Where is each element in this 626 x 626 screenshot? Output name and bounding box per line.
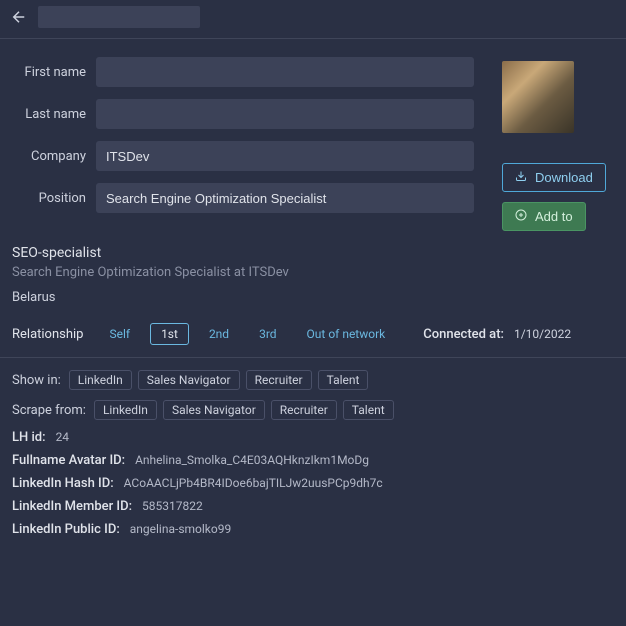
show-in-linkedin[interactable]: LinkedIn [69, 370, 132, 390]
location: Belarus [12, 290, 614, 305]
show-section: Show in: LinkedIn Sales Navigator Recrui… [0, 358, 626, 557]
show-in-row: Show in: LinkedIn Sales Navigator Recrui… [12, 370, 614, 390]
relationship-1st[interactable]: 1st [150, 323, 189, 345]
back-arrow-icon[interactable] [10, 8, 28, 26]
scrape-from-label: Scrape from: [12, 403, 86, 418]
page-title-input[interactable] [38, 6, 200, 28]
scrape-talent[interactable]: Talent [343, 400, 394, 420]
relationship-self[interactable]: Self [99, 324, 140, 344]
fullname-avatar-row: Fullname Avatar ID Anhelina_Smolka_C4E03… [12, 453, 614, 468]
show-in-salesnav[interactable]: Sales Navigator [138, 370, 240, 390]
relationship-2nd[interactable]: 2nd [199, 324, 239, 344]
relationship-out[interactable]: Out of network [297, 324, 396, 344]
download-icon [515, 170, 527, 185]
show-in-recruiter[interactable]: Recruiter [246, 370, 312, 390]
last-name-input[interactable] [96, 99, 474, 129]
member-id-key: LinkedIn Member ID [12, 499, 132, 514]
role-subtitle: Search Engine Optimization Specialist at… [12, 265, 614, 280]
lh-id-row: LH id 24 [12, 430, 614, 445]
relationship-3rd[interactable]: 3rd [249, 324, 286, 344]
plus-circle-icon [515, 209, 527, 224]
position-input[interactable] [96, 183, 474, 213]
fullname-avatar-key: Fullname Avatar ID [12, 453, 125, 468]
show-in-talent[interactable]: Talent [318, 370, 369, 390]
download-label: Download [535, 170, 593, 185]
main-content: First name Last name Company Position Do… [0, 39, 626, 243]
member-id-val: 585317822 [142, 499, 203, 513]
first-name-input[interactable] [96, 57, 474, 87]
hash-id-val: ACoAACLjPb4BR4IDoe6bajTILJw2uusPCp9dh7c [124, 476, 383, 490]
role-title: SEO-specialist [12, 245, 614, 261]
scrape-recruiter[interactable]: Recruiter [271, 400, 337, 420]
lh-id-key: LH id [12, 430, 46, 445]
fullname-avatar-val: Anhelina_Smolka_C4E03AQHknzIkm1MoDg [135, 453, 369, 467]
public-id-key: LinkedIn Public ID [12, 522, 120, 537]
scrape-linkedin[interactable]: LinkedIn [94, 400, 157, 420]
lh-id-val: 24 [56, 430, 70, 444]
addto-button[interactable]: Add to [502, 202, 586, 231]
connected-label: Connected at: [423, 327, 504, 342]
avatar [502, 61, 574, 133]
form-column: First name Last name Company Position [12, 57, 474, 231]
company-input[interactable] [96, 141, 474, 171]
last-name-label: Last name [12, 107, 96, 122]
relationship-row: Relationship Self 1st 2nd 3rd Out of net… [12, 323, 614, 345]
position-label: Position [12, 191, 96, 206]
company-label: Company [12, 149, 96, 164]
hash-id-row: LinkedIn Hash ID ACoAACLjPb4BR4IDoe6bajT… [12, 476, 614, 491]
addto-label: Add to [535, 209, 573, 224]
relationship-label: Relationship [12, 327, 83, 342]
scrape-from-row: Scrape from: LinkedIn Sales Navigator Re… [12, 400, 614, 420]
side-column: Download Add to [502, 61, 614, 231]
member-id-row: LinkedIn Member ID 585317822 [12, 499, 614, 514]
public-id-row: LinkedIn Public ID angelina-smolko99 [12, 522, 614, 537]
show-in-label: Show in: [12, 373, 61, 388]
info-block: SEO-specialist Search Engine Optimizatio… [0, 243, 626, 357]
connected-date: 1/10/2022 [514, 327, 571, 341]
scrape-salesnav[interactable]: Sales Navigator [163, 400, 265, 420]
header [0, 0, 626, 38]
first-name-label: First name [12, 65, 96, 80]
hash-id-key: LinkedIn Hash ID [12, 476, 114, 491]
download-button[interactable]: Download [502, 163, 606, 192]
public-id-val: angelina-smolko99 [130, 522, 231, 536]
